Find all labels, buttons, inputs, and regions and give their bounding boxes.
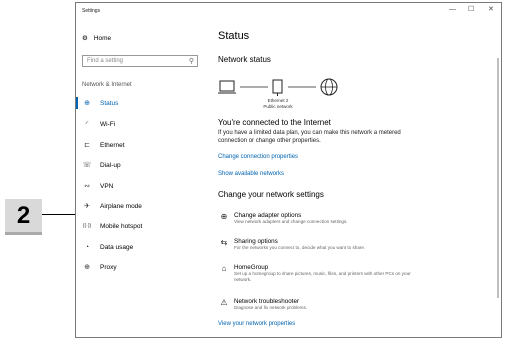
window-title: Settings <box>82 8 101 14</box>
change-connection-properties-link[interactable]: Change connection properties <box>218 154 298 160</box>
view-network-properties-link[interactable]: View your network properties <box>218 321 295 327</box>
section-heading: Network & Internet <box>82 82 132 88</box>
ethernet-icon: ⊏ <box>84 142 90 149</box>
indicator <box>76 159 78 171</box>
search-input[interactable]: Find a setting ⚲ <box>82 55 198 67</box>
sidebar-item-label: Status <box>100 99 119 107</box>
router-icon <box>272 79 283 96</box>
main-content: Status Network status Ethernet 2 Public … <box>218 20 488 337</box>
network-type: Public network <box>263 104 293 109</box>
search-icon: ⚲ <box>188 58 194 65</box>
status-icon: ⊕ <box>84 100 90 107</box>
adapter-icon: ⊕ <box>220 212 228 221</box>
globe-icon <box>320 78 338 96</box>
indicator <box>76 220 78 232</box>
page-title: Status <box>218 30 250 42</box>
sidebar-item-label: Dial-up <box>100 161 121 169</box>
sidebar-item-mobile-hotspot[interactable]: ((·)) Mobile hotspot <box>76 219 203 233</box>
indicator <box>76 261 78 273</box>
sidebar-item-label: Ethernet <box>100 141 125 149</box>
sidebar-item-dialup[interactable]: ☏ Dial-up <box>76 158 203 172</box>
item-title: Sharing options <box>234 238 278 245</box>
network-status-heading: Network status <box>218 55 271 64</box>
sharing-icon: ⇆ <box>220 238 228 247</box>
minimize-button[interactable]: — <box>449 6 456 14</box>
sidebar: ⚙ Home Find a setting ⚲ Network & Intern… <box>76 20 203 337</box>
warning-icon: ⚠ <box>220 298 228 307</box>
item-description: Set up a homegroup to share pictures, mu… <box>234 271 411 282</box>
homegroup-icon: ⌂ <box>221 264 227 273</box>
vpn-icon: ∾ <box>84 183 90 190</box>
homegroup[interactable]: ⌂ HomeGroup Set up a homegroup to share … <box>218 264 419 283</box>
sidebar-item-status[interactable]: ⊕ Status <box>76 96 203 110</box>
callout-number: 2 <box>5 199 42 235</box>
item-description: View network adapters and change connect… <box>234 219 348 224</box>
sidebar-item-data-usage[interactable]: ◔ Data usage <box>76 240 203 254</box>
sidebar-item-proxy[interactable]: ⊕ Proxy <box>76 260 203 274</box>
sidebar-item-airplane-mode[interactable]: ✈ Airplane mode <box>76 199 203 213</box>
sidebar-item-vpn[interactable]: ∾ VPN <box>76 179 203 193</box>
settings-window: Settings — ☐ ✕ ⚙ Home Find a setting ⚲ N… <box>75 2 502 338</box>
item-title: Network troubleshooter <box>234 298 300 305</box>
sidebar-item-ethernet[interactable]: ⊏ Ethernet <box>76 138 203 152</box>
sidebar-item-label: Wi-Fi <box>100 120 116 128</box>
phone-icon: ☏ <box>82 162 92 169</box>
scrollbar[interactable] <box>497 58 499 298</box>
hotspot-icon: ((·)) <box>82 223 92 229</box>
wifi-icon: ◜ <box>85 121 89 128</box>
item-title: Change adapter options <box>234 212 302 219</box>
sidebar-item-label: Data usage <box>100 243 134 251</box>
indicator <box>76 180 78 192</box>
sidebar-item-label: Airplane mode <box>100 202 142 210</box>
network-troubleshooter[interactable]: ⚠ Network troubleshooter Diagnose and fi… <box>218 298 414 311</box>
sidebar-item-wifi[interactable]: ◜ Wi-Fi <box>76 117 203 131</box>
sidebar-item-label: Proxy <box>100 263 117 271</box>
computer-icon <box>218 80 236 94</box>
close-button[interactable]: ✕ <box>488 6 494 14</box>
search-placeholder: Find a setting <box>87 58 124 64</box>
indicator <box>76 241 78 253</box>
home-label: Home <box>93 34 112 42</box>
item-title: HomeGroup <box>234 264 269 271</box>
connection-description: If you have a limited data plan, you can… <box>218 130 401 144</box>
sharing-options[interactable]: ⇆ Sharing options For the networks you c… <box>218 238 434 251</box>
sidebar-item-label: Mobile hotspot <box>100 222 143 230</box>
airplane-icon: ✈ <box>84 203 90 210</box>
home-link[interactable]: ⚙ Home <box>82 34 112 43</box>
adapter-name: Ethernet 2 <box>267 98 289 103</box>
show-available-networks-link[interactable]: Show available networks <box>218 171 284 177</box>
connection-status: You're connected to the Internet <box>218 118 331 127</box>
change-adapter-options[interactable]: ⊕ Change adapter options View network ad… <box>218 212 414 225</box>
indicator <box>76 139 78 151</box>
indicator <box>76 118 78 130</box>
sidebar-item-label: VPN <box>100 182 114 190</box>
active-indicator <box>76 97 78 109</box>
globe-icon: ⊕ <box>84 264 90 271</box>
maximize-button[interactable]: ☐ <box>468 6 474 14</box>
change-settings-heading: Change your network settings <box>218 190 324 199</box>
item-description: Diagnose and fix network problems. <box>234 305 308 310</box>
title-bar: Settings — ☐ ✕ <box>76 3 501 20</box>
indicator <box>76 200 78 212</box>
data-usage-icon: ◔ <box>84 243 90 251</box>
item-description: For the networks you connect to, decide … <box>234 245 366 250</box>
gear-icon: ⚙ <box>82 35 88 42</box>
